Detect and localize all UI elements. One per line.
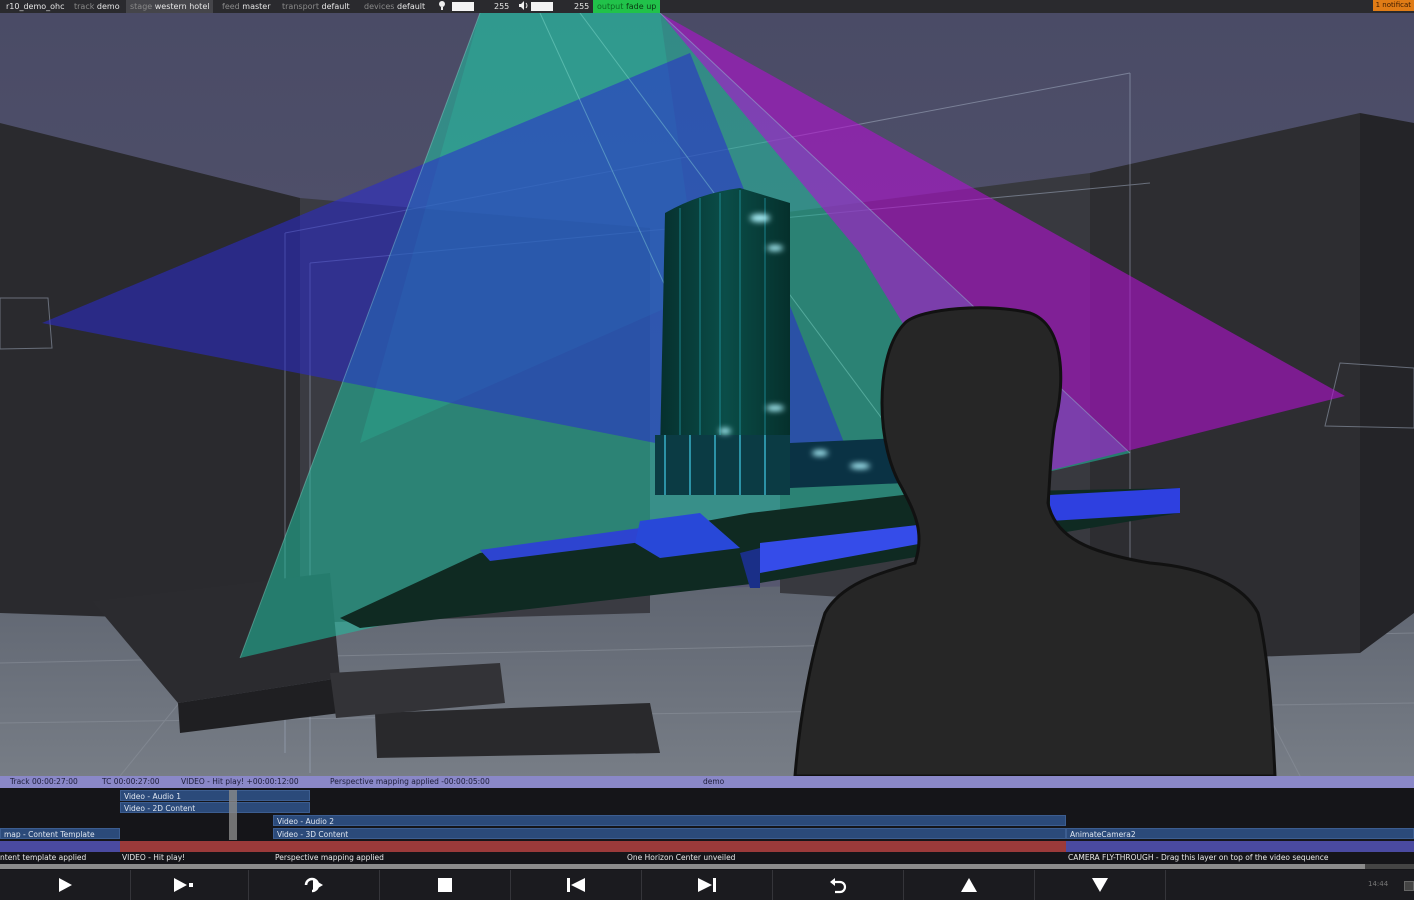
layer-audio-1[interactable]: Video - Audio 1 [120,790,310,801]
up-arrow-icon [961,878,977,892]
cue-label[interactable]: One Horizon Center unveiled [627,853,735,862]
scrollbar-thumb[interactable] [0,864,1365,869]
output-key: output [597,2,624,11]
app-window: r10_demo_ohc track demo stage western ho… [0,0,1414,900]
devices-selector[interactable]: devices default [360,0,429,13]
devices-value: default [397,2,426,11]
timecode: TC 00:00:27:00 [102,777,160,786]
previous-icon [567,878,585,892]
loop-icon [304,877,323,893]
cue-label[interactable]: Perspective mapping applied [275,853,384,862]
up-button[interactable] [904,870,1035,900]
return-button[interactable] [773,870,904,900]
feed-key: feed [222,2,240,11]
light-level-field[interactable] [452,2,474,11]
down-button[interactable] [1035,870,1166,900]
down-arrow-icon [1092,878,1108,892]
layer-content-template[interactable]: map - Content Template [0,828,120,839]
next-button[interactable] [642,870,773,900]
clock-toggle[interactable] [1404,881,1414,891]
scene-canvas [0,13,1414,776]
track-selector[interactable]: track demo [70,0,124,13]
timeline-header: Track 00:00:27:00 TC 00:00:27:00 VIDEO -… [0,776,1414,788]
notification-badge[interactable]: 1 notificat [1372,0,1414,11]
cue-track-segment[interactable] [0,841,120,852]
timeline-scrollbar[interactable] [0,864,1414,869]
layer-3d-content[interactable]: Video - 3D Content [273,828,1066,839]
cue-label[interactable]: ntent template applied [0,853,86,862]
loop-button[interactable] [249,870,380,900]
devices-key: devices [364,2,395,11]
play-to-marker-icon [174,878,193,892]
output-value: fade up [625,2,657,11]
layer-2d-content[interactable]: Video - 2D Content [120,802,310,813]
volume-level-value: 255 [574,2,590,11]
transport-key: transport [282,2,319,11]
play-icon [59,878,72,892]
controls-spacer [1166,870,1366,900]
layer-audio-2[interactable]: Video - Audio 2 [273,815,1066,826]
stage-viewport[interactable] [0,13,1414,776]
clock-readout: 14:44 [1368,880,1389,888]
project-name[interactable]: r10_demo_ohc [2,0,69,13]
next-icon [698,878,716,892]
track-value: demo [96,2,120,11]
play-to-marker-button[interactable] [118,870,249,900]
cue-label[interactable]: CAMERA FLY-THROUGH - Drag this layer on … [1068,853,1329,862]
feed-value: master [242,2,271,11]
cue-track-segment[interactable] [1066,841,1414,852]
play-button[interactable] [0,870,131,900]
stage-value: western hotel [154,2,210,11]
cue-label[interactable]: VIDEO - Hit play! [122,853,185,862]
video-cue-timecode: VIDEO - Hit play! +00:00:12:00 [181,777,299,786]
playhead[interactable] [229,790,237,840]
timeline-panel[interactable]: Track 00:00:27:00 TC 00:00:27:00 VIDEO -… [0,776,1414,870]
stage-selector[interactable]: stage western hotel [126,0,214,13]
light-level-value: 255 [494,2,510,11]
feed-selector[interactable]: feed master [218,0,275,13]
timeline-name: demo [703,777,725,786]
layer-animate-camera[interactable]: AnimateCamera2 [1066,828,1414,839]
bulb-icon [434,0,450,13]
transport-selector[interactable]: transport default [278,0,354,13]
cue-track-segment[interactable] [120,841,1066,852]
volume-level-field[interactable] [531,2,553,11]
return-icon [830,878,847,894]
transport-value: default [321,2,350,11]
stop-button[interactable] [380,870,511,900]
output-status[interactable]: output fade up [593,0,661,13]
transport-controls: 14:44 [0,870,1414,900]
stop-icon [438,878,452,892]
track-timecode: Track 00:00:27:00 [10,777,78,786]
stage-key: stage [130,2,153,11]
status-bar: r10_demo_ohc track demo stage western ho… [0,0,1414,13]
previous-button[interactable] [511,870,642,900]
mapping-cue-timecode: Perspective mapping applied -00:00:05:00 [330,777,490,786]
track-key: track [74,2,95,11]
